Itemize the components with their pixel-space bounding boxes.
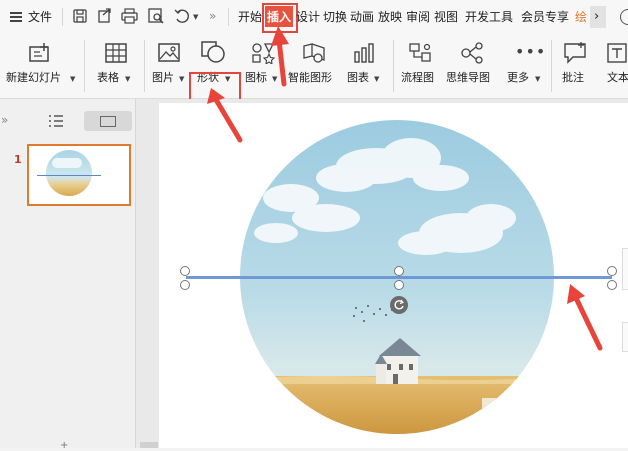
annotation-arrows	[207, 26, 603, 351]
